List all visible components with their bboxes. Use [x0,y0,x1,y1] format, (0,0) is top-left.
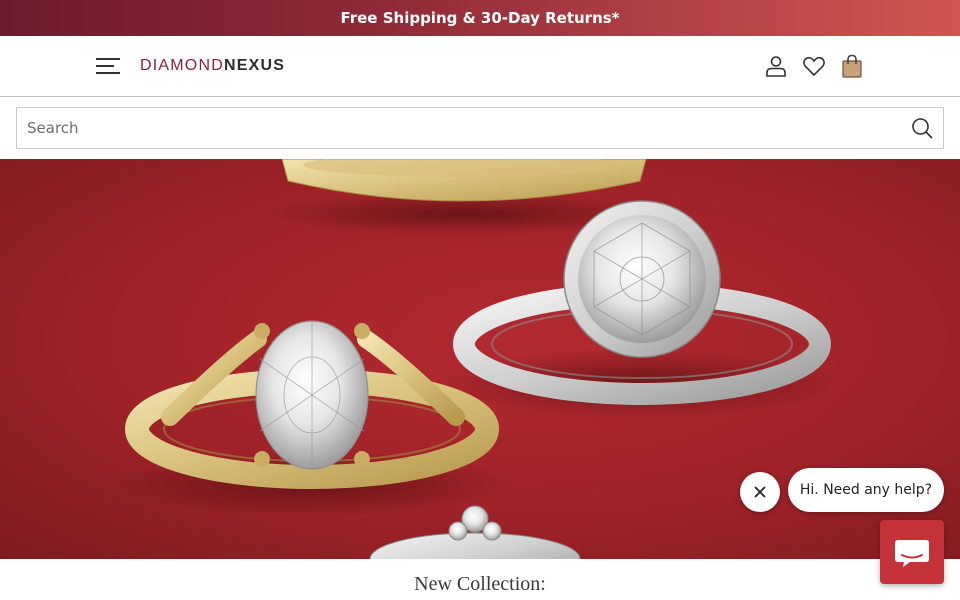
close-icon [754,486,766,498]
search-input[interactable] [17,108,897,148]
chat-icon [895,540,929,567]
chat-launcher-button[interactable] [880,520,944,584]
chat-prompt-bubble[interactable]: Hi. Need any help? [788,468,944,512]
promo-text: Free Shipping & 30-Day Returns* [340,9,620,27]
promo-banner[interactable]: Free Shipping & 30-Day Returns* [0,0,960,36]
chat-prompt-text: Hi. Need any help? [799,482,933,498]
menu-icon[interactable] [96,57,120,75]
heart-icon[interactable] [801,53,827,79]
site-header: DIAMOND NEXUS [0,36,960,97]
collection-caption: New Collection: [0,559,960,600]
chat-close-button[interactable] [740,472,780,512]
search-icon[interactable] [911,117,933,139]
user-icon[interactable] [763,53,789,79]
logo-part-nexus: NEXUS [223,57,286,74]
logo-part-diamond: DIAMOND [140,57,224,74]
search-bar [16,107,944,149]
collection-title: New Collection: [414,573,546,595]
shopping-bag-icon[interactable] [839,53,865,79]
site-logo[interactable]: DIAMOND NEXUS [140,57,285,75]
